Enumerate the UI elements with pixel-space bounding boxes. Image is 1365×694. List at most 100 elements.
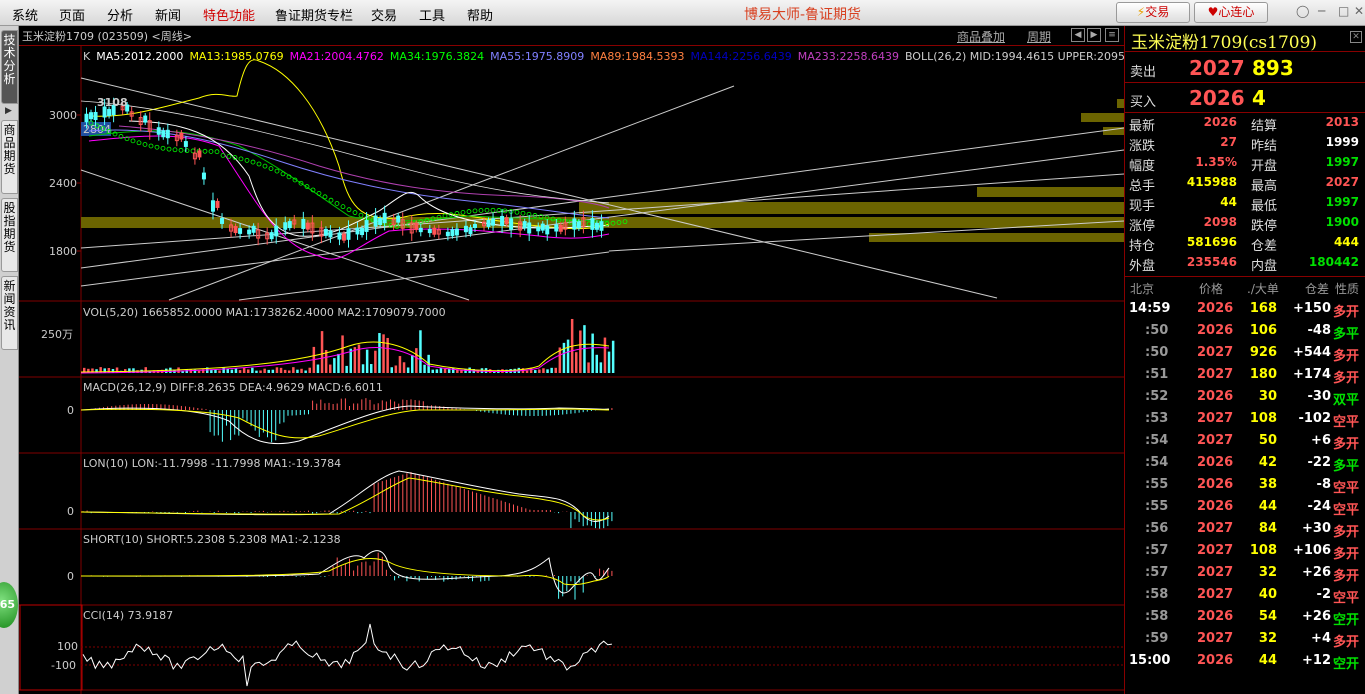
tick-price: 2027 — [1197, 521, 1234, 536]
candle-body — [287, 221, 292, 229]
tick-time: :58 — [1145, 587, 1169, 602]
arrow-left-icon[interactable]: ◀ — [1071, 28, 1085, 42]
buy-price: 2026 — [1189, 86, 1245, 110]
stat-label: 内盘 — [1251, 259, 1278, 274]
candle-body — [594, 222, 599, 230]
candle-body — [274, 225, 279, 237]
close-icon[interactable]: ✕ — [1350, 31, 1362, 43]
tab-commodity-futures[interactable]: 商品期货 — [1, 120, 18, 194]
menu-analysis[interactable]: 分析 — [107, 5, 133, 24]
tick-nature: 多开 — [1333, 635, 1360, 650]
volume-bar — [411, 354, 414, 373]
boll-dot — [190, 148, 196, 154]
arrow-right-icon[interactable]: ▶ — [1087, 28, 1101, 42]
volume-bar — [197, 370, 201, 373]
candle-body — [238, 228, 243, 234]
volume-bar — [611, 340, 615, 373]
close-icon[interactable]: ✕ — [1354, 4, 1364, 18]
menu-page[interactable]: 页面 — [59, 5, 85, 24]
tick-volume: 40 — [1258, 587, 1277, 602]
volume-bar — [591, 333, 594, 373]
tick-time: :52 — [1145, 389, 1169, 404]
volume-bar — [443, 368, 447, 373]
volume-bar — [550, 367, 553, 373]
volume-bar — [435, 369, 439, 373]
menu-system[interactable]: 系统 — [12, 5, 38, 24]
tick-nature: 多开 — [1333, 305, 1360, 320]
volume-bar — [234, 368, 238, 373]
stat-value: 235546 — [1186, 255, 1237, 269]
volume-bar — [538, 369, 541, 373]
play-icon[interactable]: ▶ — [5, 106, 12, 116]
candle-body — [346, 228, 351, 240]
tab-tech-analysis[interactable]: 技术分析 — [1, 30, 18, 104]
boll-dot — [214, 149, 220, 155]
tick-price: 2027 — [1197, 411, 1234, 426]
menu-news[interactable]: 新闻 — [155, 5, 181, 24]
cci-tick-minus100: -100 — [51, 659, 76, 672]
candle-body — [93, 111, 98, 121]
tab-news[interactable]: 新闻资讯 — [1, 276, 18, 350]
symbol-label: 玉米淀粉1709 (023509) <周线> — [22, 30, 192, 43]
menu-help[interactable]: 帮助 — [467, 5, 493, 24]
minimize-icon[interactable]: ─ — [1318, 4, 1325, 18]
chart-area[interactable]: 3000 2400 1800 2804 K MA5:2012.2000 MA13:1… — [19, 46, 1124, 694]
boll-dot — [220, 152, 226, 158]
menu-icon[interactable]: ≡ — [1105, 28, 1119, 42]
stat-value: 2013 — [1325, 115, 1359, 129]
volume-bar — [456, 369, 459, 373]
tick-diff: +12 — [1302, 653, 1331, 668]
tick-nature: 多开 — [1333, 371, 1360, 386]
boll-dot — [166, 146, 172, 152]
stat-row: 幅度 1.35% 开盘 1997 — [1125, 153, 1365, 174]
maximize-icon[interactable]: □ — [1338, 4, 1349, 18]
trade-button[interactable]: ⚡交易 — [1116, 2, 1190, 23]
boll-dot — [514, 209, 520, 215]
circle-icon[interactable]: ◯ — [1296, 4, 1309, 18]
candle-body — [454, 228, 459, 236]
candle-body — [107, 109, 112, 117]
tick-price: 2027 — [1197, 543, 1234, 558]
stat-value: 1.35% — [1195, 155, 1237, 169]
stat-label: 涨跌 — [1129, 139, 1156, 154]
stat-value: 1900 — [1325, 215, 1359, 229]
period-link[interactable]: 周期 — [1027, 28, 1051, 45]
menu-trade[interactable]: 交易 — [371, 5, 397, 24]
tick-nature: 多开 — [1333, 569, 1360, 584]
menu-column[interactable]: 鲁证期货专栏 — [275, 5, 353, 24]
stat-label: 仓差 — [1251, 239, 1278, 254]
volume-bar — [292, 367, 295, 373]
volume-bar — [267, 369, 270, 373]
xinlianxin-button[interactable]: ♥心连心 — [1194, 2, 1268, 23]
tick-price: 2027 — [1197, 433, 1234, 448]
tick-price: 2027 — [1197, 565, 1234, 580]
volume-bar — [251, 367, 254, 373]
float-ball[interactable]: 65 — [0, 582, 18, 628]
stat-label: 涨停 — [1129, 219, 1156, 234]
boll-dot — [316, 191, 322, 196]
buy-label: 买入 — [1130, 95, 1157, 110]
tick-diff: +26 — [1302, 565, 1331, 580]
indicator-item: MA55:1975.8909 — [490, 50, 584, 63]
tick-row: :55 2026 38 -8 空平 — [1125, 474, 1365, 496]
menu-tools[interactable]: 工具 — [419, 5, 445, 24]
stat-row: 现手 44 最低 1997 — [1125, 193, 1365, 214]
boll-dot — [460, 210, 466, 215]
tick-time: :50 — [1145, 345, 1169, 360]
overlay-link[interactable]: 商品叠加 — [957, 28, 1005, 45]
candle-body — [305, 222, 310, 230]
boll-dot — [142, 142, 148, 147]
tick-diff: -8 — [1316, 477, 1331, 492]
menu-features[interactable]: 特色功能 — [203, 5, 255, 24]
tab-index-futures[interactable]: 股指期货 — [1, 198, 18, 272]
stat-label: 持仓 — [1129, 239, 1156, 254]
quote-stats: 最新 2026 结算 2013 涨跌 27 昨结 1999 幅度 1.35% 开盘 1997 总手 415… — [1125, 113, 1365, 277]
candle-body — [210, 200, 215, 212]
tick-nature: 多开 — [1333, 547, 1360, 562]
boll-dot — [466, 209, 472, 214]
sell-price: 2027 — [1189, 56, 1245, 80]
tick-row: :58 2027 40 -2 空平 — [1125, 584, 1365, 606]
candle-body — [576, 221, 581, 229]
volume-bar — [415, 348, 418, 373]
tick-row: :51 2027 180 +174 多开 — [1125, 364, 1365, 386]
